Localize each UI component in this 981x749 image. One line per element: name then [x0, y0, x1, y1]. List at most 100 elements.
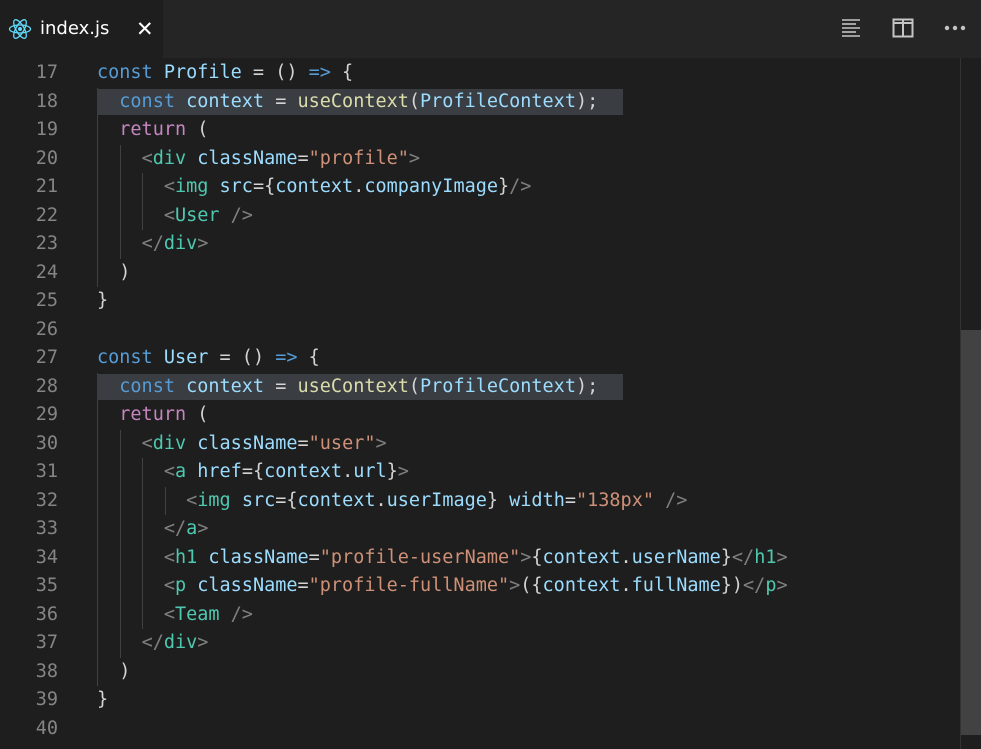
- code-token: Profile: [163, 62, 242, 83]
- tab-index-js[interactable]: index.js ✕: [0, 0, 163, 58]
- vertical-scrollbar-thumb[interactable]: [961, 330, 981, 735]
- line-number: 22: [35, 204, 58, 226]
- split-editor-icon[interactable]: [891, 16, 915, 40]
- code-token: div: [152, 147, 187, 169]
- code-token: .: [342, 461, 354, 482]
- code-token: div: [152, 432, 187, 454]
- code-token: <: [163, 603, 175, 625]
- code-token: return: [119, 119, 187, 140]
- code-token: userName: [631, 546, 721, 568]
- code-line[interactable]: 17 const Profile = () => {: [0, 59, 960, 88]
- line-number: 40: [35, 717, 58, 739]
- code-line[interactable]: 34 <h1 className="profile-userName">{con…: [0, 544, 960, 573]
- code-token: <: [141, 432, 153, 454]
- tab-title: index.js: [40, 18, 110, 39]
- code-token: = (): [208, 347, 276, 368]
- code-token: ): [97, 261, 131, 283]
- code-line[interactable]: 38 ): [0, 658, 960, 687]
- code-line[interactable]: 21 <img src={context.companyImage}/>: [0, 173, 960, 202]
- code-token: src: [241, 489, 276, 511]
- code-line[interactable]: 28 const context = useContext(ProfileCon…: [0, 373, 960, 402]
- code-line[interactable]: 35 <p className="profile-fullName">({con…: [0, 572, 960, 601]
- code-token: useContext: [297, 90, 409, 112]
- line-number: 24: [35, 261, 58, 283]
- code-line[interactable]: 36 <Team />: [0, 601, 960, 630]
- code-token: p: [765, 575, 777, 596]
- code-token: className: [197, 147, 298, 169]
- code-line[interactable]: 40: [0, 715, 960, 744]
- line-number: 39: [35, 689, 58, 710]
- code-token: );: [575, 375, 599, 397]
- code-line[interactable]: 37 </div>: [0, 629, 960, 658]
- line-number: 29: [35, 404, 58, 425]
- line-number: 21: [35, 176, 58, 197]
- code-line[interactable]: 31 <a href={context.url}>: [0, 458, 960, 487]
- code-token: (: [186, 119, 209, 140]
- code-line[interactable]: 30 <div className="user">: [0, 430, 960, 459]
- code-token: =: [264, 375, 298, 397]
- code-line[interactable]: 19 return (: [0, 116, 960, 145]
- code-text: <Team />: [97, 601, 253, 630]
- code-token: href: [197, 461, 242, 482]
- code-line[interactable]: 39}: [0, 686, 960, 715]
- code-token: .: [620, 575, 632, 596]
- code-line[interactable]: 29 return (: [0, 401, 960, 430]
- code-token: }: [97, 689, 109, 710]
- toggle-minimap-icon[interactable]: [839, 16, 863, 40]
- code-token: context: [297, 489, 376, 511]
- code-token: img: [174, 176, 209, 197]
- code-token: <: [163, 575, 175, 596]
- code-text: </div>: [97, 230, 209, 259]
- code-text: </div>: [97, 629, 209, 658]
- code-text: return (: [97, 116, 208, 145]
- code-line[interactable]: 33 </a>: [0, 515, 960, 544]
- more-actions-icon[interactable]: [943, 16, 967, 40]
- code-token: ProfileContext: [420, 375, 576, 397]
- code-token: const: [119, 375, 187, 397]
- code-line[interactable]: 26: [0, 316, 960, 345]
- code-token: width: [509, 489, 565, 511]
- code-token: h1: [174, 546, 198, 568]
- code-token: }: [386, 461, 398, 482]
- code-token: <: [186, 489, 198, 511]
- code-token: >: [509, 575, 521, 596]
- code-text: const context = useContext(ProfileContex…: [97, 373, 598, 402]
- code-token: ={: [275, 489, 298, 511]
- code-token: =: [297, 147, 309, 169]
- line-number: 30: [35, 432, 58, 454]
- code-token: context: [186, 375, 265, 397]
- line-number: 36: [35, 603, 58, 625]
- line-number: 26: [35, 318, 58, 340]
- code-token: "profile-userName": [319, 546, 521, 568]
- code-line[interactable]: 23 </div>: [0, 230, 960, 259]
- line-number: 33: [35, 518, 58, 539]
- line-number: 37: [35, 632, 58, 653]
- code-token: />: [230, 603, 253, 625]
- code-line[interactable]: 24 ): [0, 259, 960, 288]
- code-line[interactable]: 18 const context = useContext(ProfileCon…: [0, 88, 960, 117]
- code-line[interactable]: 32 <img src={context.userImage} width="1…: [0, 487, 960, 516]
- code-token: =: [297, 432, 309, 454]
- code-editor[interactable]: 17 const Profile = () => {18 const contex…: [0, 58, 981, 749]
- code-line[interactable]: 20 <div className="profile">: [0, 145, 960, 174]
- close-icon[interactable]: ✕: [136, 18, 154, 40]
- code-token: </: [743, 575, 766, 596]
- code-token: p: [174, 575, 187, 596]
- code-token: />: [665, 489, 688, 511]
- code-token: (: [408, 90, 421, 112]
- line-number: 23: [35, 233, 58, 254]
- code-line[interactable]: 22 <User />: [0, 202, 960, 231]
- code-line[interactable]: 25}: [0, 287, 960, 316]
- code-line[interactable]: 27 const User = () => {: [0, 344, 960, 373]
